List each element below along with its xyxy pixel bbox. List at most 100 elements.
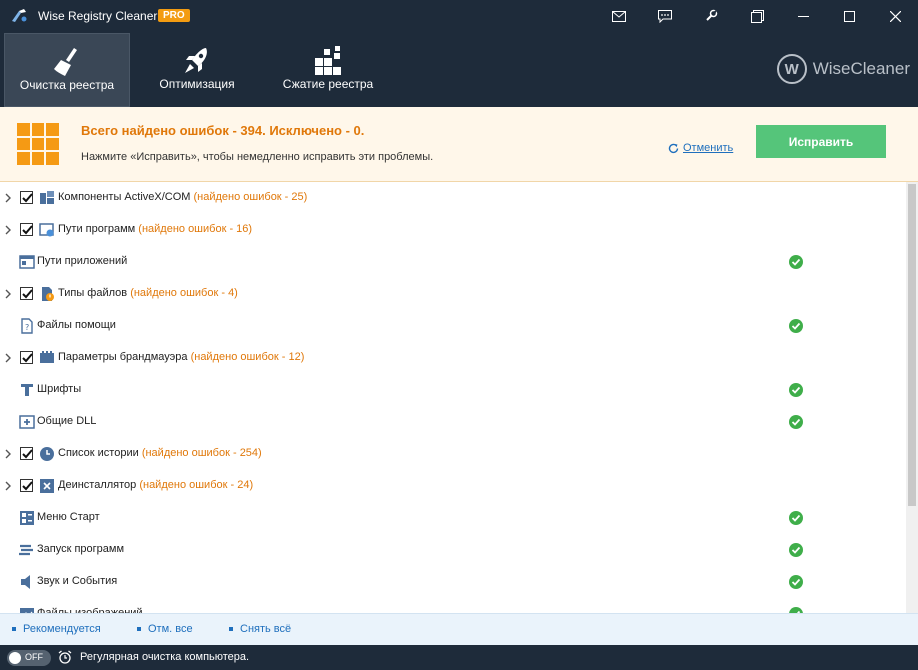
list-item[interactable]: Пути программ (найдено ошибок - 16) <box>0 214 906 246</box>
image-file-icon <box>20 608 34 613</box>
wisecleaner-brand[interactable]: W WiseCleaner <box>776 54 910 84</box>
chevron-right-icon[interactable] <box>3 193 13 203</box>
start-menu-icon <box>20 511 34 525</box>
item-name: Параметры брандмауэра <box>58 351 188 363</box>
restore-icon <box>750 9 764 23</box>
feedback-button[interactable] <box>642 0 688 32</box>
tab-registry-cleaner[interactable]: Очистка реестра <box>4 33 130 107</box>
item-label: Типы файлов (найдено ошибок - 4) <box>58 287 238 299</box>
feedback-icon <box>658 9 672 23</box>
chevron-right-icon[interactable] <box>3 481 13 491</box>
list-item[interactable]: Запуск программ <box>0 534 906 566</box>
ok-check-icon <box>789 383 803 397</box>
alarm-clock-icon <box>58 650 72 664</box>
item-name: Шрифты <box>37 383 82 395</box>
deselect-all-label: Снять всё <box>240 623 292 635</box>
item-label: Меню Старт <box>37 511 100 523</box>
scrollbar-thumb[interactable] <box>908 184 916 506</box>
item-checkbox[interactable] <box>20 479 33 492</box>
item-checkbox[interactable] <box>20 223 33 236</box>
item-label: Компоненты ActiveX/COM (найдено ошибок -… <box>58 191 307 203</box>
fix-button[interactable]: Исправить <box>756 125 886 158</box>
scheduled-clean-toggle[interactable]: OFF <box>7 650 51 666</box>
toggle-knob <box>9 652 21 664</box>
list-item[interactable]: Параметры брандмауэра (найдено ошибок - … <box>0 342 906 374</box>
list-item[interactable]: Звук и События <box>0 566 906 598</box>
checkmark-icon <box>22 225 33 235</box>
app-window-icon <box>19 255 35 269</box>
checkmark-icon <box>22 353 33 363</box>
list-item[interactable]: Компоненты ActiveX/COM (найдено ошибок -… <box>0 182 906 214</box>
registry-grid-icon <box>17 123 59 165</box>
settings-button[interactable] <box>688 0 734 32</box>
checkmark-icon <box>22 193 33 203</box>
selection-bar: Рекомендуется Отм. все Снять всё <box>0 613 918 645</box>
ok-check-icon <box>789 255 803 269</box>
chevron-right-icon[interactable] <box>3 449 13 459</box>
app-logo-icon <box>12 9 27 22</box>
item-label: Пути программ (найдено ошибок - 16) <box>58 223 252 235</box>
item-checkbox[interactable] <box>20 191 33 204</box>
program-path-icon <box>39 223 54 237</box>
item-label: Звук и События <box>37 575 117 587</box>
select-all-label: Отм. все <box>148 623 193 635</box>
item-error-count: (найдено ошибок - 12) <box>190 351 305 363</box>
chevron-right-icon[interactable] <box>3 225 13 235</box>
list-item[interactable]: Список истории (найдено ошибок - 254) <box>0 438 906 470</box>
item-name: Звук и События <box>37 575 118 587</box>
restore-button[interactable] <box>734 0 780 32</box>
mail-button[interactable] <box>596 0 642 32</box>
dll-icon <box>19 415 35 429</box>
checkmark-icon <box>22 289 33 299</box>
list-item[interactable]: Шрифты <box>0 374 906 406</box>
app-title: Wise Registry Cleaner X <box>38 9 169 23</box>
registry-category-list: Компоненты ActiveX/COM (найдено ошибок -… <box>0 182 906 613</box>
chevron-right-icon[interactable] <box>3 353 13 363</box>
minimize-button[interactable] <box>780 0 826 32</box>
mail-icon <box>612 10 626 22</box>
sound-icon <box>21 575 30 589</box>
ok-check-icon <box>789 415 803 429</box>
close-button[interactable] <box>872 0 918 32</box>
ok-check-icon <box>789 575 803 589</box>
ok-check-icon <box>789 511 803 525</box>
list-item[interactable]: Файлы изображений <box>0 598 906 613</box>
svg-text:?: ? <box>25 323 29 332</box>
cancel-link[interactable]: Отменить <box>668 142 733 154</box>
item-label: Параметры брандмауэра (найдено ошибок - … <box>58 351 304 363</box>
list-item[interactable]: Общие DLL <box>0 406 906 438</box>
list-item[interactable]: Меню Старт <box>0 502 906 534</box>
history-clock-icon <box>40 447 54 461</box>
brand-name: WiseCleaner <box>812 59 910 78</box>
tab-optimization[interactable]: Оптимизация <box>134 33 260 107</box>
item-label: Файлы помощи <box>37 319 116 331</box>
list-item[interactable]: Деинсталлятор (найдено ошибок - 24) <box>0 470 906 502</box>
scan-summary-banner: Всего найдено ошибок - 394. Исключено - … <box>0 107 918 182</box>
tab-label: Оптимизация <box>159 77 235 91</box>
rocket-icon <box>185 48 207 73</box>
tab-registry-defrag[interactable]: Сжатие реестра <box>264 33 392 107</box>
maximize-icon <box>843 10 855 22</box>
item-checkbox[interactable] <box>20 287 33 300</box>
status-bar: OFF Регулярная очистка компьютера. <box>0 645 918 670</box>
item-name: Файлы помощи <box>37 319 116 331</box>
bullet-icon <box>137 627 141 631</box>
recommended-link[interactable]: Рекомендуется <box>12 623 101 635</box>
title-bar: Wise Registry Cleaner X PRO <box>0 0 918 32</box>
select-all-link[interactable]: Отм. все <box>137 623 193 635</box>
item-checkbox[interactable] <box>20 351 33 364</box>
close-icon <box>889 10 901 22</box>
maximize-button[interactable] <box>826 0 872 32</box>
list-item[interactable]: Типы файлов (найдено ошибок - 4) <box>0 278 906 310</box>
item-name: Компоненты ActiveX/COM <box>58 191 191 203</box>
item-label: Список истории (найдено ошибок - 254) <box>58 447 262 459</box>
ok-check-icon <box>789 543 803 557</box>
item-checkbox[interactable] <box>20 447 33 460</box>
checkmark-icon <box>22 449 33 459</box>
bullet-icon <box>229 627 233 631</box>
deselect-all-link[interactable]: Снять всё <box>229 623 291 635</box>
list-item[interactable]: ? Файлы помощи <box>0 310 906 342</box>
chevron-right-icon[interactable] <box>3 289 13 299</box>
item-error-count: (найдено ошибок - 25) <box>193 191 308 203</box>
list-item[interactable]: Пути приложений <box>0 246 906 278</box>
